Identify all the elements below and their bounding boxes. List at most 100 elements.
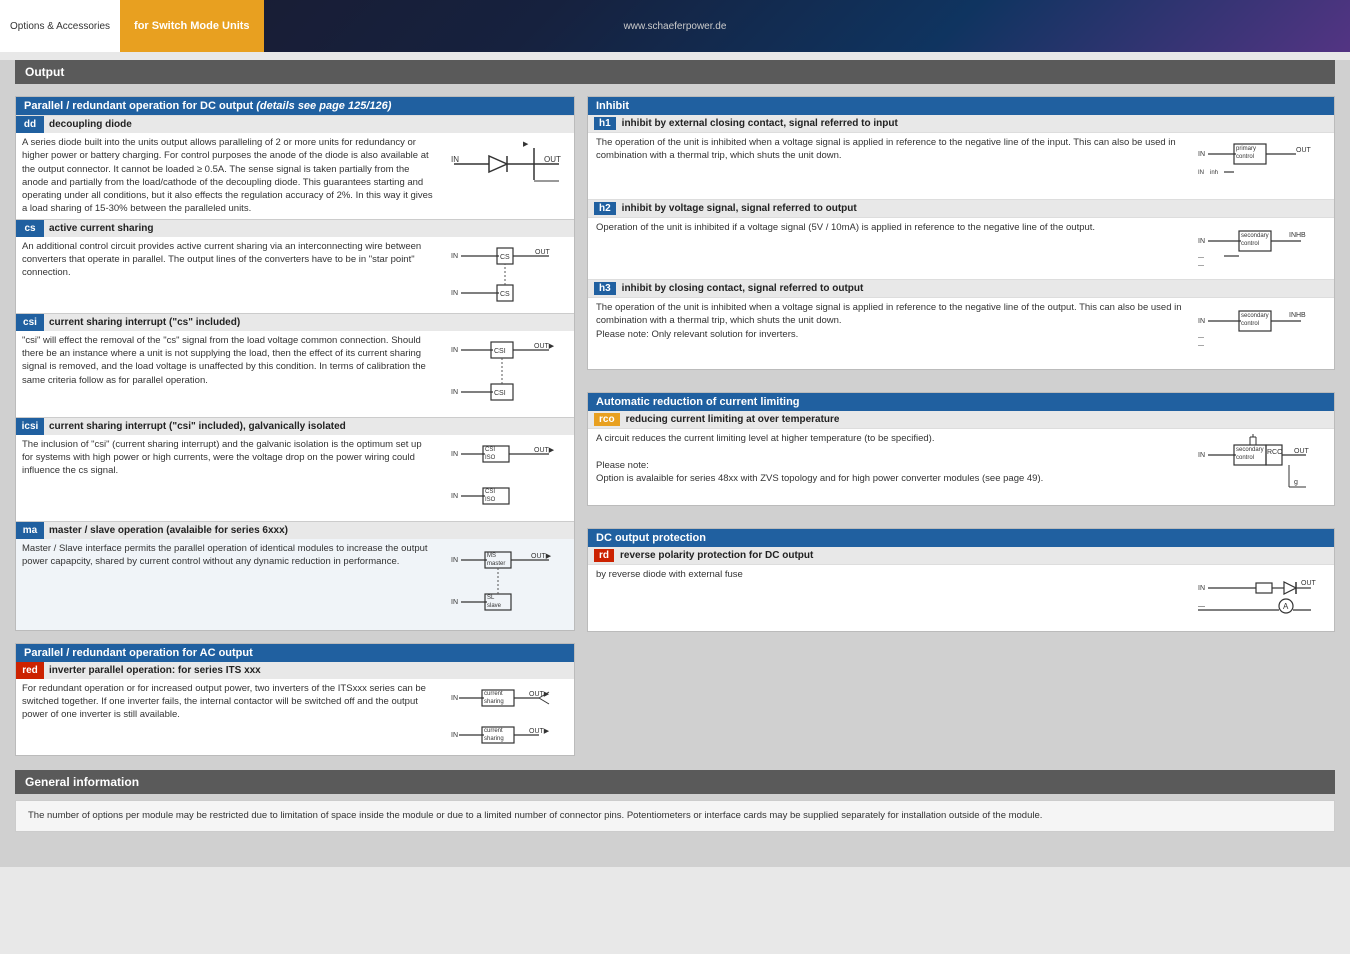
svg-text:—: —	[1198, 263, 1204, 269]
red-code: red	[16, 662, 44, 679]
svg-text:OUT: OUT	[544, 155, 561, 164]
page-header: Options & Accessories for Switch Mode Un…	[0, 0, 1350, 52]
parallel-dc-header: Parallel / redundant operation for DC ou…	[16, 97, 574, 115]
cs-row: cs active current sharing An additional …	[16, 219, 574, 313]
rco-code: rco	[594, 413, 620, 426]
red-desc: For redundant operation or for increased…	[16, 679, 440, 755]
red-content: For redundant operation or for increased…	[16, 679, 574, 755]
nav-options[interactable]: Options & Accessories	[0, 0, 120, 52]
parallel-ac-section: Parallel / redundant operation for AC ou…	[15, 643, 575, 756]
svg-text:control: control	[1241, 241, 1259, 247]
svg-text:OUT▶: OUT▶	[529, 728, 550, 735]
svg-text:IN: IN	[1198, 585, 1205, 592]
red-title: inverter parallel operation: for series …	[44, 662, 574, 679]
svg-text:ISO: ISO	[485, 497, 496, 503]
cs-diag: IN CS OUT IN CS	[444, 237, 574, 313]
svg-text:IN: IN	[1198, 452, 1205, 459]
csi-row: csi current sharing interrupt ("cs" incl…	[16, 313, 574, 417]
h1-sub-header: h1 inhibit by external closing contact, …	[588, 115, 1334, 132]
rd-row: rd reverse polarity protection for DC ou…	[588, 547, 1334, 631]
h3-sub-header: h3 inhibit by closing contact, signal re…	[588, 280, 1334, 297]
svg-text:OUT: OUT	[1294, 448, 1310, 455]
svg-text:current: current	[484, 691, 503, 697]
ma-code: ma	[16, 522, 44, 539]
parallel-ac-header: Parallel / redundant operation for AC ou…	[16, 644, 574, 662]
svg-text:g: g	[1294, 479, 1298, 486]
general-info-section: General information The number of option…	[15, 770, 1335, 832]
csi-header-row: csi current sharing interrupt ("cs" incl…	[16, 314, 574, 331]
rd-desc: by reverse diode with external fuse	[596, 568, 1190, 581]
h3-title: inhibit by closing contact, signal refer…	[622, 283, 864, 294]
cs-desc: An additional control circuit provides a…	[16, 237, 440, 313]
dc-protection-header: DC output protection	[588, 529, 1334, 547]
dd-title: decoupling diode	[44, 116, 574, 133]
h2-sub-header: h2 inhibit by voltage signal, signal ref…	[588, 200, 1334, 217]
dd-diag: IN OUT ▶	[444, 133, 574, 219]
h3-row: h3 inhibit by closing contact, signal re…	[588, 279, 1334, 369]
dd-desc: A series diode built into the units outp…	[16, 133, 440, 219]
auto-reduction-section: Automatic reduction of current limiting …	[587, 392, 1335, 506]
svg-text:RCO: RCO	[1267, 449, 1283, 456]
svg-text:CSI: CSI	[485, 489, 495, 495]
ma-desc: Master / Slave interface permits the par…	[16, 539, 440, 630]
rco-content: A circuit reduces the current limiting l…	[588, 428, 1334, 505]
output-section-title: Output	[15, 60, 1335, 84]
svg-text:IN: IN	[1198, 238, 1205, 245]
parallel-dc-section: Parallel / redundant operation for DC ou…	[15, 96, 575, 631]
svg-text:secondary: secondary	[1241, 313, 1269, 319]
rco-title: reducing current limiting at over temper…	[626, 414, 840, 425]
svg-text:CSI: CSI	[494, 348, 506, 355]
h2-row: h2 inhibit by voltage signal, signal ref…	[588, 199, 1334, 279]
rco-row: rco reducing current limiting at over te…	[588, 411, 1334, 505]
svg-text:sharing: sharing	[484, 699, 504, 705]
rco-desc: A circuit reduces the current limiting l…	[596, 432, 1190, 485]
icsi-desc: The inclusion of "csi" (current sharing …	[16, 435, 440, 521]
rd-title: reverse polarity protection for DC outpu…	[620, 550, 813, 561]
inhibit-header: Inhibit	[588, 97, 1334, 115]
icsi-content: The inclusion of "csi" (current sharing …	[16, 435, 574, 521]
svg-text:IN: IN	[451, 451, 458, 458]
svg-text:IN: IN	[451, 557, 458, 564]
ma-content: Master / Slave interface permits the par…	[16, 539, 574, 630]
cs-title: active current sharing	[44, 220, 574, 237]
ma-header-row: ma master / slave operation (avalaible f…	[16, 522, 574, 539]
rco-diag: IN secondary control RCO OUT	[1196, 432, 1326, 500]
dd-row: dd decoupling diode A series diode built…	[16, 115, 574, 219]
svg-text:control: control	[1236, 154, 1254, 160]
svg-text:INHB: INHB	[1289, 232, 1306, 239]
icsi-row: icsi current sharing interrupt ("csi" in…	[16, 417, 574, 521]
dc-protection-section: DC output protection rd reverse polarity…	[587, 528, 1335, 632]
svg-text:IN: IN	[1198, 318, 1205, 325]
dd-content: A series diode built into the units outp…	[16, 133, 574, 219]
two-col-layout: Parallel / redundant operation for DC ou…	[0, 88, 1350, 760]
svg-text:CSI: CSI	[485, 447, 495, 453]
svg-text:OUT▶: OUT▶	[531, 553, 552, 560]
csi-diag: IN CSI OUT▶ IN CSI	[444, 331, 574, 417]
svg-text:ISO: ISO	[485, 455, 496, 461]
svg-text:current: current	[484, 728, 503, 734]
svg-text:—: —	[1198, 335, 1204, 341]
svg-text:CS: CS	[500, 254, 510, 261]
cs-content: An additional control circuit provides a…	[16, 237, 574, 313]
svg-text:CSI: CSI	[494, 390, 506, 397]
svg-text:—: —	[1198, 255, 1204, 261]
rd-content: by reverse diode with external fuse IN	[588, 564, 1334, 631]
svg-text:OUT: OUT	[535, 249, 551, 256]
h1-content: The operation of the unit is inhibited w…	[588, 132, 1334, 199]
svg-text:IN: IN	[451, 493, 458, 500]
page-outer: Output Parallel / redundant operation fo…	[0, 60, 1350, 867]
svg-text:control: control	[1241, 321, 1259, 327]
inhibit-section: Inhibit h1 inhibit by external closing c…	[587, 96, 1335, 370]
svg-text:IN: IN	[451, 389, 458, 396]
icsi-code: icsi	[16, 418, 44, 435]
svg-text:CS: CS	[500, 291, 510, 298]
svg-text:SL: SL	[487, 595, 495, 601]
svg-text:secondary: secondary	[1241, 233, 1269, 239]
svg-text:INHB: INHB	[1289, 312, 1306, 319]
svg-text:sharing: sharing	[484, 736, 504, 742]
nav-switch[interactable]: for Switch Mode Units	[120, 0, 264, 52]
left-column: Parallel / redundant operation for DC ou…	[15, 96, 575, 756]
icsi-title: current sharing interrupt ("csi" include…	[44, 418, 574, 435]
rd-diag: IN OUT	[1196, 568, 1326, 626]
general-info-title: General information	[15, 770, 1335, 794]
